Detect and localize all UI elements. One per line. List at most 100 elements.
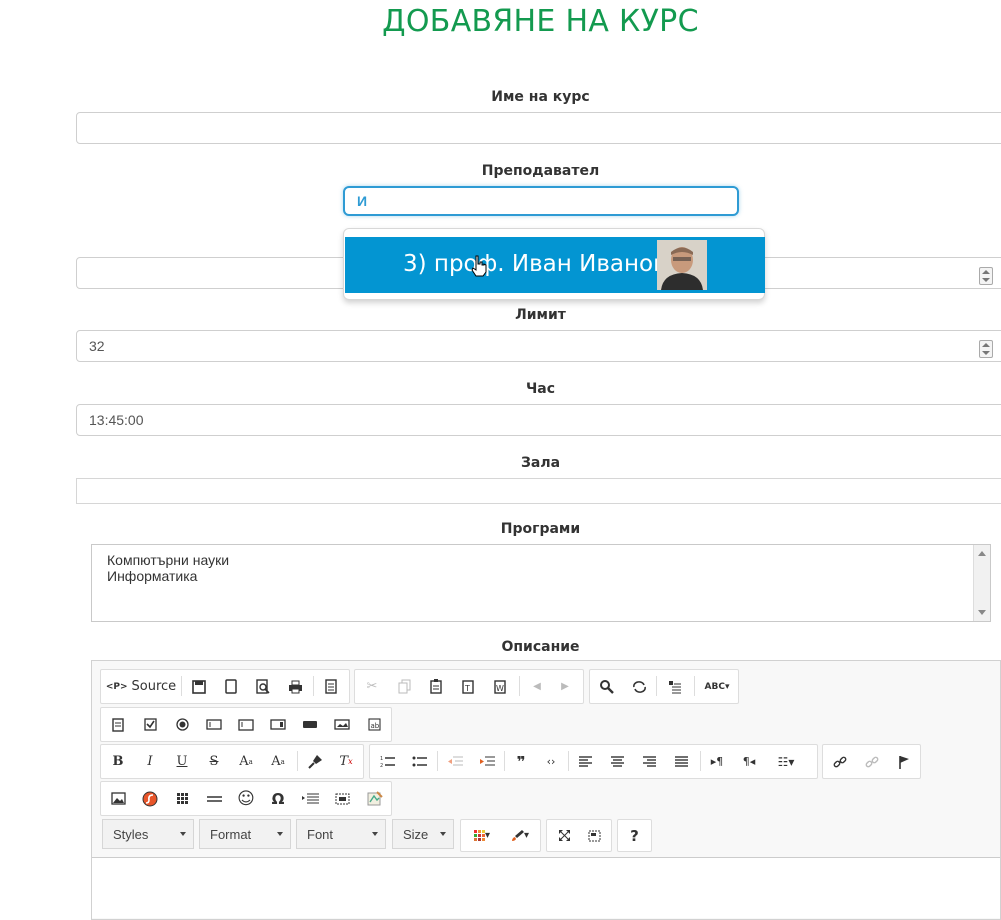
undo-icon[interactable]: ◀ xyxy=(523,670,551,703)
room-select[interactable] xyxy=(76,478,1001,504)
language-icon[interactable]: ☷▾ xyxy=(766,745,806,778)
align-left-icon[interactable] xyxy=(570,745,600,778)
checkbox-icon[interactable] xyxy=(135,708,165,741)
image-icon[interactable] xyxy=(103,782,133,815)
select-all-icon[interactable] xyxy=(660,670,690,703)
print-icon[interactable] xyxy=(281,670,309,703)
programs-listbox[interactable]: Компютърни науки Информатика xyxy=(91,544,991,622)
hidden-field-icon[interactable]: ab xyxy=(359,708,389,741)
strikethrough-icon[interactable]: S xyxy=(199,745,229,778)
paste-word-icon[interactable]: W xyxy=(485,670,515,703)
find-icon[interactable] xyxy=(592,670,622,703)
horizontal-rule-icon[interactable] xyxy=(199,782,229,815)
radio-icon[interactable] xyxy=(167,708,197,741)
indent-icon[interactable] xyxy=(472,745,502,778)
format-dropdown-label: Format xyxy=(210,827,252,842)
limit-spinner[interactable] xyxy=(979,340,993,358)
bold-icon[interactable]: B xyxy=(103,745,133,778)
link-icon[interactable] xyxy=(825,745,855,778)
room-label: Зала xyxy=(520,455,561,471)
button-field-icon[interactable] xyxy=(295,708,325,741)
redo-icon[interactable]: ▶ xyxy=(551,670,579,703)
copy-icon[interactable] xyxy=(389,670,419,703)
ltr-icon[interactable]: ▸¶ xyxy=(702,745,732,778)
underline-icon[interactable]: U xyxy=(167,745,197,778)
paste-image-icon[interactable] xyxy=(359,782,389,815)
svg-text:2: 2 xyxy=(380,763,383,768)
hour-input[interactable]: 13:45:00 xyxy=(76,404,1001,436)
save-icon[interactable] xyxy=(185,670,213,703)
align-right-icon[interactable] xyxy=(634,745,664,778)
select-field-icon[interactable] xyxy=(263,708,293,741)
table-icon[interactable] xyxy=(167,782,197,815)
toolbar-links xyxy=(822,744,921,779)
cut-icon[interactable]: ✂ xyxy=(357,670,387,703)
rich-text-editor: <P> Source ✂ T W ◀ ▶ ABC▾ ab B I U S A a… xyxy=(91,660,1001,920)
numbered-list-icon[interactable]: 12 xyxy=(372,745,402,778)
paste-text-icon[interactable]: T xyxy=(453,670,483,703)
teacher-suggestion-item[interactable]: 3) проф. Иван Иванов xyxy=(345,237,765,293)
maximize-icon[interactable] xyxy=(549,820,579,851)
italic-icon[interactable]: I xyxy=(135,745,165,778)
font-dropdown[interactable]: Font xyxy=(296,819,386,849)
svg-text:1: 1 xyxy=(380,756,383,762)
code-icon[interactable]: ‹› xyxy=(536,745,566,778)
unlink-icon[interactable] xyxy=(857,745,887,778)
paste-icon[interactable] xyxy=(421,670,451,703)
replace-icon[interactable] xyxy=(624,670,654,703)
flash-icon[interactable] xyxy=(135,782,165,815)
page-break-icon[interactable] xyxy=(295,782,325,815)
rtl-icon[interactable]: ¶◂ xyxy=(734,745,764,778)
align-center-icon[interactable] xyxy=(602,745,632,778)
editor-content-area[interactable] xyxy=(92,857,1000,918)
size-dropdown[interactable]: Size xyxy=(392,819,454,849)
page-title: ДОБАВЯНЕ НА КУРС xyxy=(382,4,699,39)
programs-scrollbar[interactable] xyxy=(973,545,990,621)
templates-icon[interactable] xyxy=(317,670,345,703)
svg-text:T: T xyxy=(464,684,470,693)
textarea-icon[interactable] xyxy=(231,708,261,741)
superscript-icon[interactable]: Aa xyxy=(263,745,293,778)
text-color-icon[interactable]: ▾ xyxy=(465,820,499,851)
course-name-input[interactable] xyxy=(76,112,1001,144)
format-dropdown[interactable]: Format xyxy=(199,819,291,849)
iframe-icon[interactable] xyxy=(327,782,357,815)
size-dropdown-label: Size xyxy=(403,827,429,842)
teacher-avatar xyxy=(657,240,707,290)
teacher-autocomplete-dropdown: 3) проф. Иван Иванов xyxy=(343,228,765,300)
background-color-icon[interactable]: ▾ xyxy=(503,820,537,851)
image-button-icon[interactable] xyxy=(327,708,357,741)
bulleted-list-icon[interactable] xyxy=(404,745,434,778)
program-option[interactable]: Компютърни науки xyxy=(107,552,229,568)
remove-format-icon[interactable]: Tx xyxy=(331,745,361,778)
spellcheck-icon[interactable]: ABC▾ xyxy=(698,670,736,703)
styles-dropdown[interactable]: Styles xyxy=(102,819,194,849)
number-spinner[interactable] xyxy=(979,267,993,285)
text-field-icon[interactable] xyxy=(199,708,229,741)
help-icon[interactable]: ? xyxy=(618,820,651,851)
copy-format-icon[interactable] xyxy=(301,745,329,778)
source-button[interactable]: <P> Source xyxy=(105,670,177,703)
source-label: Source xyxy=(131,679,177,694)
preview-icon[interactable] xyxy=(249,670,277,703)
show-blocks-icon[interactable] xyxy=(579,820,609,851)
limit-value: 32 xyxy=(89,338,105,354)
justify-icon[interactable] xyxy=(666,745,696,778)
smiley-icon[interactable]: ☺ xyxy=(231,782,261,815)
program-option[interactable]: Информатика xyxy=(107,568,197,584)
subscript-icon[interactable]: Aa xyxy=(231,745,261,778)
teacher-suggestion-text: 3) проф. Иван Иванов xyxy=(403,251,667,277)
outdent-icon[interactable] xyxy=(440,745,470,778)
hour-label: Час xyxy=(525,381,556,397)
new-page-icon[interactable] xyxy=(217,670,245,703)
limit-input[interactable]: 32 xyxy=(76,330,1001,362)
form-icon[interactable] xyxy=(103,708,133,741)
teacher-input[interactable]: И xyxy=(343,186,739,216)
hand-cursor-icon xyxy=(471,255,487,277)
special-char-icon[interactable]: Ω xyxy=(263,782,293,815)
toolbar-editing: ABC▾ xyxy=(589,669,739,704)
source-tag-icon: <P> xyxy=(105,681,128,692)
toolbar-paragraph: 12 ❞ ‹› ▸¶ ¶◂ ☷▾ xyxy=(369,744,818,779)
anchor-flag-icon[interactable] xyxy=(889,745,919,778)
blockquote-icon[interactable]: ❞ xyxy=(506,745,536,778)
